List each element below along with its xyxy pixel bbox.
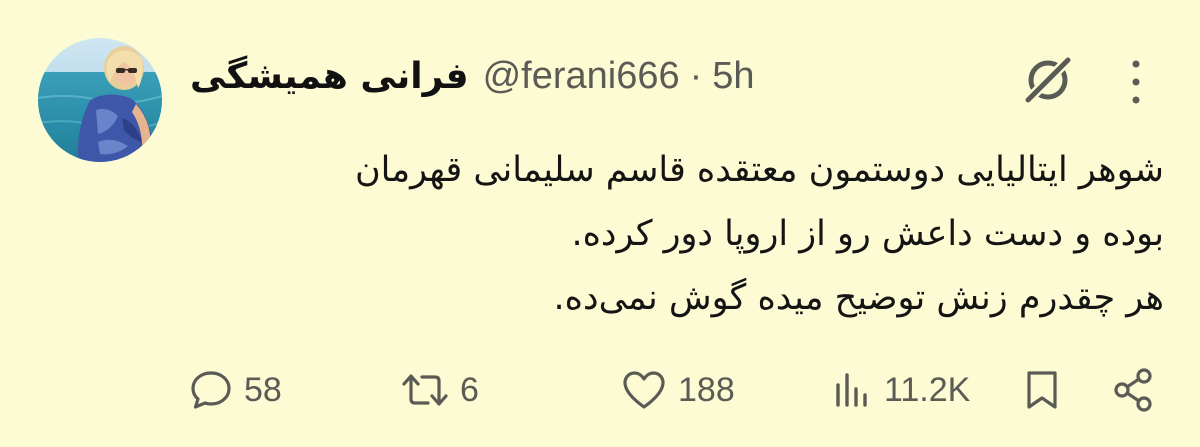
more-vertical-icon[interactable] [1124,56,1148,108]
views-icon [830,367,874,413]
tweet: فرانی همیشگی @ferani666 · 5h شوهر ایتالی… [0,0,1200,447]
tweet-text-line: بوده و دست داعش رو از اروپا دور کرده. [571,214,1164,254]
tweet-text-line: هر چقدرم زنش توضیح میده گوش نمی‌ده. [553,278,1164,318]
tweet-text-line: شوهر ایتالیایی دوستمون معتقده قاسم سلیما… [354,150,1164,190]
display-name[interactable]: فرانی همیشگی [190,56,469,97]
tweet-text: شوهر ایتالیایی دوستمون معتقده قاسم سلیما… [354,138,1164,330]
like-button[interactable]: 188 [620,354,735,426]
share-icon [1110,366,1158,414]
heart-icon [620,367,668,413]
repost-count: 6 [460,370,479,409]
separator-dot: · [689,54,703,97]
repost-icon [400,367,450,413]
share-button[interactable] [1110,354,1158,426]
action-bar: 58 6 188 11.2K [0,354,1200,426]
avatar[interactable] [38,38,162,162]
views-count: 11.2K [884,370,971,409]
grok-icon[interactable] [1018,50,1078,110]
user-handle[interactable]: @ferani666 [483,55,680,98]
timestamp[interactable]: 5h [712,55,754,98]
tweet-header: فرانی همیشگی @ferani666 · 5h [190,46,755,106]
like-count: 188 [678,370,735,409]
reply-icon [188,367,234,413]
bookmark-icon [1020,367,1064,413]
repost-button[interactable]: 6 [400,354,479,426]
bookmark-button[interactable] [1020,354,1064,426]
reply-count: 58 [244,370,282,409]
reply-button[interactable]: 58 [188,354,282,426]
views-button[interactable]: 11.2K [830,354,970,426]
